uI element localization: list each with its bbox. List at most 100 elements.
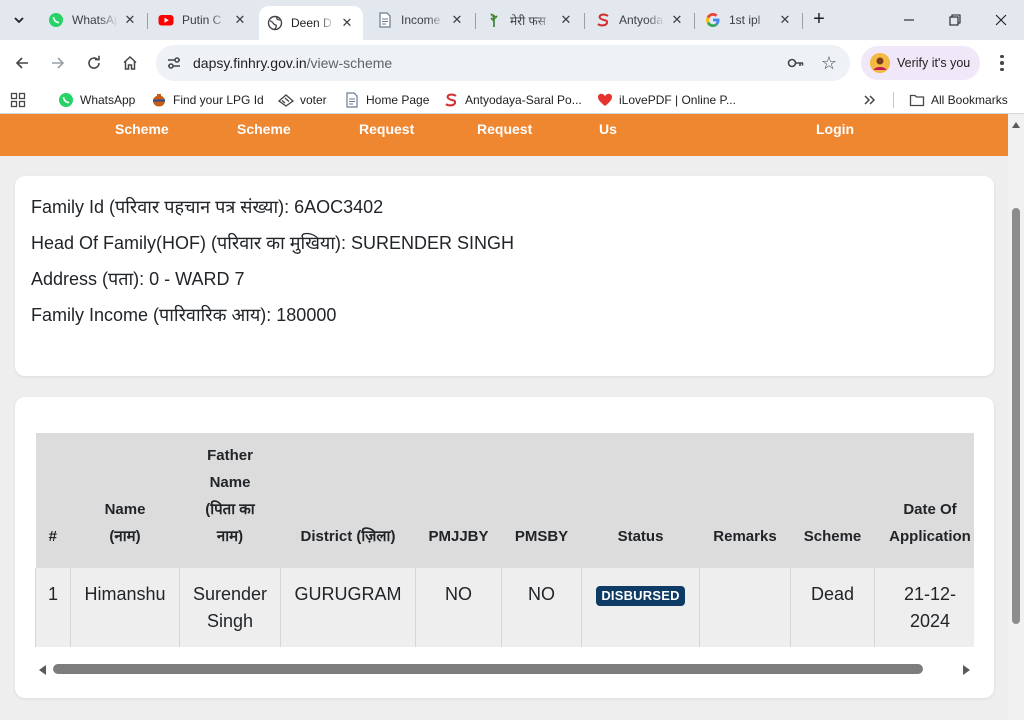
status-badge: DISBURSED (596, 586, 685, 606)
close-icon[interactable]: ✕ (558, 12, 574, 28)
all-bookmarks-button[interactable]: All Bookmarks (909, 90, 1008, 110)
password-key-icon[interactable] (786, 53, 806, 73)
tab-title: 1st ipl (729, 13, 761, 27)
bookmark-home-page[interactable]: Home Page (344, 90, 429, 110)
close-icon[interactable]: ✕ (449, 12, 465, 28)
reload-icon (88, 55, 100, 69)
col-header-pmsby: PMSBY (501, 433, 582, 568)
cell-text: 21-12- (903, 584, 957, 604)
url-text[interactable]: dapsy.finhry.gov.in/view-scheme (193, 55, 392, 71)
bookmark-label: voter (300, 93, 327, 107)
cell-scheme: Dead (790, 568, 875, 647)
home-button[interactable] (116, 49, 144, 77)
bookmark-star-icon[interactable]: ☆ (818, 52, 840, 74)
nav-link-contact-us[interactable]: Us (599, 121, 617, 137)
close-icon[interactable]: ✕ (339, 15, 355, 31)
bookmark-label: iLovePDF | Online P... (619, 93, 736, 107)
cell-text: Singh (206, 611, 254, 631)
nav-link-scheme-2[interactable]: Scheme (237, 121, 291, 137)
heart-icon (597, 92, 613, 108)
double-chevron-right-icon (862, 92, 878, 108)
nav-link-scheme[interactable]: Scheme (115, 121, 169, 137)
menu-dot (1000, 67, 1004, 72)
tab-active-deen-dayal[interactable]: Deen D ✕ (259, 6, 363, 40)
bookmark-label: Home Page (366, 93, 430, 107)
tab-antyodaya[interactable]: Antyoda ✕ (587, 6, 693, 34)
saral-icon (595, 12, 611, 28)
scheme-table-scroll[interactable]: # Name (नाम) Father Name (पिता का नाम) Distr… (35, 433, 974, 647)
family-income: Family Income (पारिवारिक आय): 180000 (31, 305, 337, 325)
address-bar[interactable]: dapsy.finhry.gov.in/view-scheme ☆ (156, 45, 850, 81)
nav-link-login[interactable]: Login (816, 121, 854, 137)
scrollbar-thumb[interactable] (53, 664, 923, 674)
tab-meri-fasal[interactable]: मेरी फस ✕ (478, 6, 582, 34)
cell-pmsby: NO (501, 568, 582, 647)
whatsapp-icon (58, 92, 74, 108)
header-text: Father (207, 447, 253, 464)
scroll-left-icon[interactable] (39, 665, 46, 675)
header-text: (पिता का (205, 501, 255, 518)
nav-link-request-2[interactable]: Request (477, 121, 532, 137)
tab-title: मेरी फस (510, 13, 546, 28)
bookmark-ilovepdf[interactable]: iLovePDF | Online P... (597, 90, 736, 110)
bookmark-whatsapp[interactable]: WhatsApp (58, 90, 135, 110)
col-header-district: District (ज़िला) (280, 433, 416, 568)
restore-button[interactable] (932, 6, 978, 34)
profile-verify-button[interactable]: Verify it's you (861, 46, 980, 80)
page-vertical-scrollbar[interactable] (1008, 114, 1024, 720)
tab-search-button[interactable] (6, 8, 32, 32)
scrollbar-thumb[interactable] (1012, 208, 1020, 624)
new-tab-button[interactable]: + (808, 9, 830, 31)
nav-link-request[interactable]: Request (359, 121, 414, 137)
tab-strip: WhatsApp ✕ Putin C ✕ Deen D ✕ Income ✕ म… (0, 0, 1024, 40)
browser-menu-button[interactable] (992, 51, 1012, 75)
site-settings-icon[interactable] (164, 53, 184, 73)
reload-button[interactable] (80, 49, 108, 77)
verify-label: Verify it's you (897, 56, 971, 70)
close-window-button[interactable] (978, 6, 1024, 34)
header-text: Status (617, 528, 664, 545)
back-button[interactable] (8, 49, 36, 77)
tab-separator (584, 13, 585, 29)
forward-button[interactable] (44, 49, 72, 77)
tab-income[interactable]: Income ✕ (369, 6, 473, 34)
bookmarks-separator (893, 92, 894, 108)
close-icon[interactable]: ✕ (669, 12, 685, 28)
close-icon (995, 14, 1007, 26)
globe-icon (267, 15, 283, 31)
saral-icon (443, 92, 459, 108)
close-icon[interactable]: ✕ (232, 12, 248, 28)
scroll-up-icon[interactable] (1012, 122, 1020, 128)
table-horizontal-scrollbar[interactable] (35, 662, 974, 678)
tab-whatsapp[interactable]: WhatsApp ✕ (40, 6, 146, 34)
youtube-icon (158, 12, 174, 28)
table-header-row: # Name (नाम) Father Name (पिता का नाम) Distr… (35, 433, 974, 568)
page-icon (344, 92, 360, 108)
close-icon[interactable]: ✕ (777, 12, 793, 28)
tab-youtube[interactable]: Putin C ✕ (150, 6, 256, 34)
cell-date-of-application: 21-12- 2024 (874, 568, 974, 647)
browser-toolbar: dapsy.finhry.gov.in/view-scheme ☆ Verify… (0, 40, 1024, 86)
header-text: Date Of (903, 501, 957, 518)
bookmark-lpg[interactable]: Find your LPG Id (151, 90, 264, 110)
family-address: Address (पता): 0 - WARD 7 (31, 269, 245, 289)
page-viewport: Scheme Scheme Request Request Us Login F… (0, 114, 1008, 720)
close-icon[interactable]: ✕ (122, 12, 138, 28)
restore-icon (949, 14, 961, 26)
minimize-button[interactable] (886, 6, 932, 34)
bookmark-antyodaya[interactable]: Antyodaya-Saral Po... (443, 90, 582, 110)
bookmark-label: All Bookmarks (931, 93, 1008, 107)
bookmark-voter[interactable]: voter (278, 90, 327, 110)
cell-text: 2024 (909, 611, 951, 631)
tab-google[interactable]: 1st ipl ✕ (697, 6, 801, 34)
col-header-pmjjby: PMJJBY (415, 433, 502, 568)
header-text: Scheme (803, 528, 862, 545)
cell-district: GURUGRAM (280, 568, 416, 647)
more-bookmarks-button[interactable] (862, 90, 884, 110)
tab-separator (147, 13, 148, 29)
apps-button[interactable] (10, 90, 32, 110)
arrow-right-icon (52, 57, 65, 69)
lpg-icon (151, 92, 167, 108)
col-header-status: Status (581, 433, 700, 568)
scroll-right-icon[interactable] (963, 665, 970, 675)
